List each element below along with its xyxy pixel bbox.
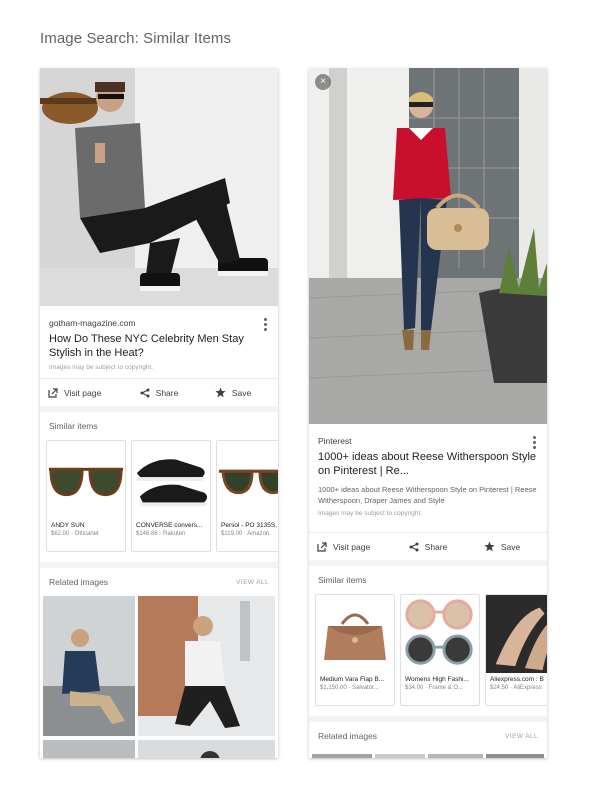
- similar-item-card[interactable]: Womens High Fashi... $34.00 · Frame & O.…: [400, 594, 480, 706]
- similar-items-label: Similar items: [49, 421, 98, 431]
- similar-item-name: CONVERSE convers...: [136, 522, 203, 529]
- similar-item-card[interactable]: Aliexpress.com : B $24.50 · AliExpress: [485, 594, 547, 706]
- open-external-icon: [48, 387, 58, 398]
- share-button[interactable]: Share: [122, 388, 196, 398]
- sunglasses-image: [217, 441, 278, 519]
- similar-item-price: $24.50 · AliExpress: [490, 685, 542, 691]
- star-icon: [215, 387, 226, 398]
- similar-item-price: $1,150.00 · Salvator...: [320, 685, 379, 691]
- sneakers-image: [132, 441, 210, 519]
- similar-item-card[interactable]: ANDY SUN $62.00 · Otticanet: [46, 440, 126, 552]
- similar-item-price: $62.00 · Otticanet: [51, 531, 99, 537]
- similar-items-section: Similar items Medium Vara Flap B... $1,1…: [309, 560, 547, 758]
- similar-item-name: ANDY SUN: [51, 522, 85, 529]
- visit-page-label: Visit page: [333, 541, 371, 552]
- result-headline[interactable]: 1000+ ideas about Reese Witherspoon Styl…: [318, 450, 538, 478]
- visit-page-label: Visit page: [64, 387, 102, 398]
- result-snippet: 1000+ ideas about Reese Witherspoon Styl…: [318, 485, 537, 505]
- share-icon: [409, 542, 419, 552]
- related-images-grid[interactable]: [40, 596, 278, 758]
- copyright-note: Images may be subject to copyright.: [318, 510, 423, 517]
- similar-item-name: Aliexpress.com : B: [490, 676, 544, 683]
- result-headline[interactable]: How Do These NYC Celebrity Men Stay Styl…: [49, 332, 269, 360]
- sunglasses-image: [47, 441, 125, 519]
- action-bar: Visit page Share Save: [309, 532, 547, 560]
- similar-item-name: Medium Vara Flap B...: [320, 676, 385, 683]
- similar-items-section: Similar items ANDY SUN $62.00 · Otticane…: [40, 406, 278, 758]
- star-icon: [484, 541, 495, 552]
- result-source[interactable]: gotham-magazine.com: [49, 318, 269, 328]
- open-external-icon: [317, 541, 327, 552]
- close-icon[interactable]: ×: [315, 74, 331, 90]
- visit-page-button[interactable]: Visit page: [48, 388, 122, 398]
- save-button[interactable]: Save: [196, 387, 270, 398]
- similar-item-name: Womens High Fashi...: [405, 676, 469, 683]
- similar-item-card[interactable]: Persol - PO 3135S, $119.00 · Amazon.: [216, 440, 278, 552]
- hero-image-left[interactable]: [40, 68, 278, 306]
- share-label: Share: [155, 387, 179, 398]
- similar-item-name: Persol - PO 3135S,: [221, 522, 277, 529]
- share-icon: [140, 388, 150, 398]
- save-button[interactable]: Save: [465, 541, 539, 552]
- view-all-link[interactable]: VIEW ALL: [505, 733, 538, 740]
- result-card-left: gotham-magazine.com How Do These NYC Cel…: [40, 68, 278, 758]
- sunglasses-image: [401, 595, 479, 673]
- similar-item-price: $146.86 · Rakuten: [136, 531, 186, 537]
- hero-image-right[interactable]: ×: [309, 68, 547, 424]
- share-label: Share: [424, 541, 448, 552]
- view-all-link[interactable]: VIEW ALL: [236, 579, 269, 586]
- visit-page-button[interactable]: Visit page: [317, 542, 391, 552]
- related-images-grid[interactable]: [309, 750, 547, 758]
- similar-item-card[interactable]: Medium Vara Flap B... $1,150.00 · Salvat…: [315, 594, 395, 706]
- save-label: Save: [500, 541, 521, 552]
- similar-items-label: Similar items: [318, 575, 367, 585]
- action-bar: Visit page Share Save: [40, 378, 278, 406]
- heels-image: [486, 595, 547, 673]
- similar-item-price: $34.00 · Frame & O...: [405, 685, 464, 691]
- similar-item-price: $119.00 · Amazon.: [221, 531, 271, 537]
- save-label: Save: [231, 387, 252, 398]
- page-title: Image Search: Similar Items: [40, 30, 232, 47]
- result-source[interactable]: Pinterest: [318, 436, 538, 446]
- related-images-label: Related images: [49, 577, 109, 587]
- result-card-right: × Pinterest 1000+ ideas about Reese With…: [309, 68, 547, 758]
- copyright-note: Images may be subject to copyright.: [49, 364, 154, 371]
- more-options-icon[interactable]: [531, 436, 537, 451]
- related-images-label: Related images: [318, 731, 378, 741]
- more-options-icon[interactable]: [262, 318, 268, 333]
- share-button[interactable]: Share: [391, 542, 465, 552]
- handbag-image: [316, 595, 394, 673]
- similar-item-card[interactable]: CONVERSE convers... $146.86 · Rakuten: [131, 440, 211, 552]
